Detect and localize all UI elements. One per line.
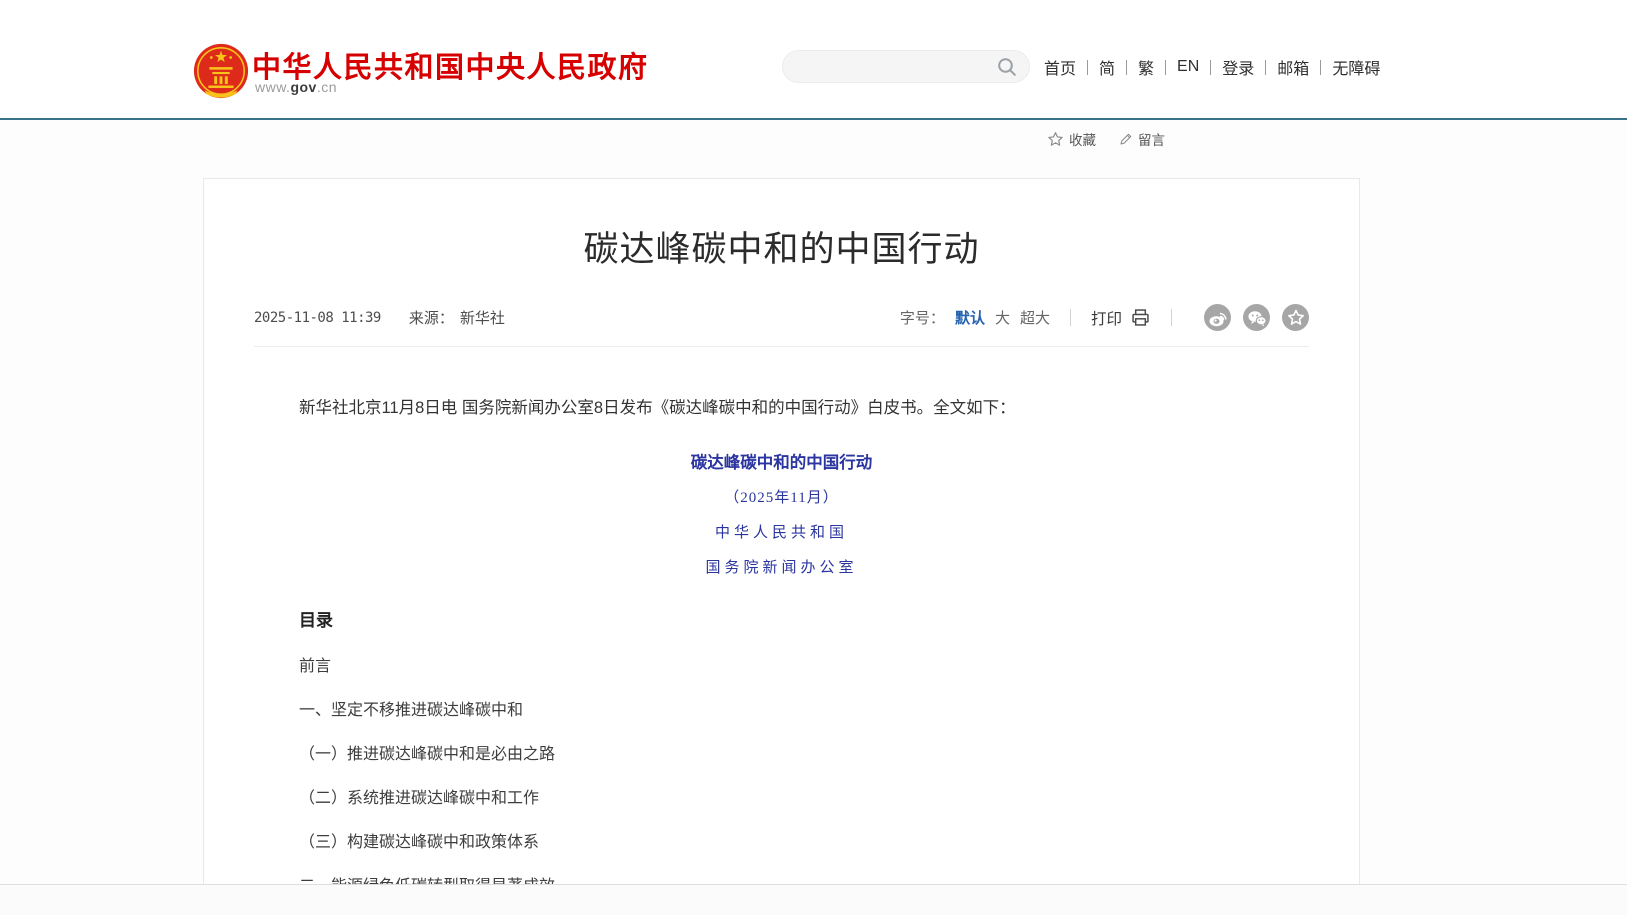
message-label: 留言	[1138, 129, 1165, 149]
toc-item: 前言	[299, 658, 1264, 675]
nav-traditional[interactable]: 繁	[1138, 55, 1154, 79]
nav-home[interactable]: 首页	[1044, 55, 1076, 79]
nav-separator	[1087, 60, 1088, 75]
print-label: 打印	[1091, 307, 1122, 329]
meta-left: 2025-11-08 11:39 来源： 新华社	[254, 307, 505, 328]
star-outline-icon	[1047, 131, 1064, 148]
nav-login[interactable]: 登录	[1222, 55, 1254, 79]
publish-date: 2025-11-08 11:39	[254, 310, 381, 326]
article-title: 碳达峰碳中和的中国行动	[204, 221, 1359, 272]
article-card: 碳达峰碳中和的中国行动 2025-11-08 11:39 来源： 新华社 字号：…	[203, 178, 1360, 915]
quick-actions: 收藏 留言	[1047, 129, 1165, 149]
meta-right: 字号： 默认 大 超大 打印	[900, 304, 1309, 331]
font-size-default[interactable]: 默认	[955, 307, 985, 328]
font-size-xlarge[interactable]: 超大	[1020, 307, 1050, 328]
document-org-line1: 中华人民共和国	[299, 521, 1264, 542]
document-org-line2: 国务院新闻办公室	[299, 556, 1264, 577]
meta-separator	[1070, 309, 1071, 326]
nav-separator	[1265, 60, 1266, 75]
wechat-share-icon[interactable]	[1243, 304, 1270, 331]
source-label: 来源：	[409, 307, 454, 328]
nav-separator	[1165, 60, 1166, 75]
favorite-button[interactable]: 收藏	[1047, 129, 1096, 149]
lead-paragraph: 新华社北京11月8日电 国务院新闻办公室8日发布《碳达峰碳中和的中国行动》白皮书…	[299, 396, 1264, 420]
toc-item: 一、坚定不移推进碳达峰碳中和	[299, 702, 1264, 719]
article-body: 新华社北京11月8日电 国务院新闻办公室8日发布《碳达峰碳中和的中国行动》白皮书…	[299, 396, 1264, 915]
pencil-icon	[1118, 132, 1133, 147]
site-header: 中华人民共和国中央人民政府 www.gov.cn 首页 简 繁 EN 登录 邮箱	[0, 0, 1627, 118]
weibo-share-icon[interactable]	[1204, 304, 1231, 331]
favorite-label: 收藏	[1069, 129, 1096, 149]
document-title: 碳达峰碳中和的中国行动	[299, 449, 1264, 473]
nav-english[interactable]: EN	[1177, 58, 1199, 76]
site-url[interactable]: www.gov.cn	[255, 79, 337, 95]
printer-icon	[1130, 307, 1151, 328]
message-button[interactable]: 留言	[1118, 129, 1165, 149]
toc-item: （二）系统推进碳达峰碳中和工作	[299, 790, 1264, 807]
font-size-label: 字号：	[900, 307, 945, 328]
star-share-icon[interactable]	[1282, 304, 1309, 331]
toc-item: （一）推进碳达峰碳中和是必由之路	[299, 746, 1264, 763]
article-meta-row: 2025-11-08 11:39 来源： 新华社 字号： 默认 大 超大 打印	[254, 304, 1309, 347]
nav-separator	[1320, 60, 1321, 75]
nav-simplified[interactable]: 简	[1099, 55, 1115, 79]
bottom-bar	[0, 884, 1627, 915]
meta-separator	[1171, 309, 1172, 326]
toc-item: （三）构建碳达峰碳中和政策体系	[299, 834, 1264, 851]
nav-separator	[1210, 60, 1211, 75]
source-value[interactable]: 新华社	[460, 307, 505, 328]
nav-accessibility[interactable]: 无障碍	[1332, 55, 1380, 79]
print-button[interactable]: 打印	[1091, 307, 1151, 329]
nav-mail[interactable]: 邮箱	[1277, 55, 1309, 79]
content-area: 收藏 留言 碳达峰碳中和的中国行动 2025-11-08 11:39 来源： 新…	[0, 120, 1627, 915]
search-icon[interactable]	[996, 56, 1018, 83]
search-input[interactable]	[799, 51, 989, 82]
toc-heading: 目录	[299, 606, 1264, 631]
search-box	[782, 50, 1030, 83]
top-nav: 首页 简 繁 EN 登录 邮箱 无障碍	[1044, 56, 1380, 78]
page: 中华人民共和国中央人民政府 www.gov.cn 首页 简 繁 EN 登录 邮箱	[0, 0, 1627, 915]
font-size-large[interactable]: 大	[995, 307, 1010, 328]
document-date: （2025年11月）	[299, 486, 1264, 507]
national-emblem-logo	[192, 40, 250, 102]
nav-separator	[1126, 60, 1127, 75]
